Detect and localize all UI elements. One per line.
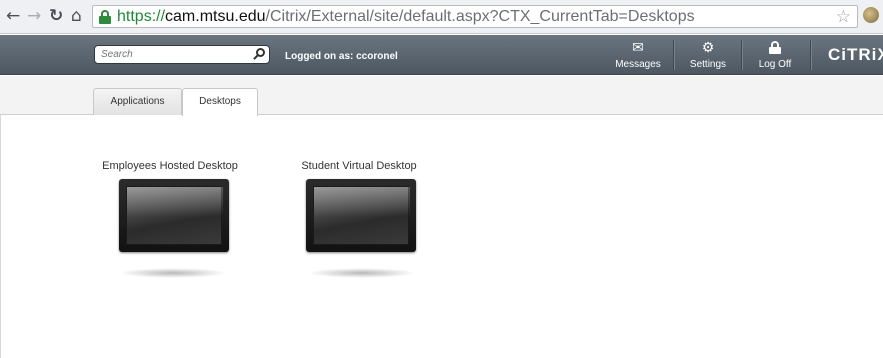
star-icon[interactable]: ☆ bbox=[836, 7, 851, 27]
reload-icon[interactable]: ↻ bbox=[49, 7, 63, 25]
lock-icon bbox=[99, 10, 111, 24]
desktop-item-student-virtual[interactable]: Student Virtual Desktop bbox=[279, 160, 439, 278]
monitor-icon[interactable] bbox=[306, 179, 416, 252]
citrix-logo: CiTRiX bbox=[828, 45, 883, 64]
tab-strip: Applications Desktops bbox=[0, 76, 883, 116]
url-text: https://cam.mtsu.edu/Citrix/External/sit… bbox=[117, 8, 695, 25]
messages-label: Messages bbox=[615, 59, 661, 70]
divider bbox=[0, 115, 1, 358]
divider bbox=[741, 40, 742, 70]
back-arrow-icon[interactable]: ← bbox=[6, 7, 20, 25]
browser-toolbar: ← → ↻ ⌂ https://cam.mtsu.edu/Citrix/Exte… bbox=[0, 0, 883, 34]
desktop-name[interactable]: Student Virtual Desktop bbox=[279, 160, 439, 172]
gear-icon: ⚙ bbox=[701, 40, 715, 56]
desktop-name[interactable]: Employees Hosted Desktop bbox=[90, 160, 250, 172]
desktop-item-employees-hosted[interactable]: Employees Hosted Desktop bbox=[90, 160, 250, 278]
home-icon[interactable]: ⌂ bbox=[71, 7, 82, 25]
settings-button[interactable]: ⚙ Settings bbox=[680, 35, 736, 75]
monitor-shadow bbox=[119, 268, 227, 278]
logoff-button[interactable]: Log Off bbox=[745, 35, 805, 75]
monitor-shadow bbox=[308, 268, 416, 278]
search-input[interactable] bbox=[101, 47, 251, 62]
citrix-header: Logged on as: ccoronel ✉ Messages ⚙ Sett… bbox=[0, 35, 883, 75]
search-box[interactable] bbox=[94, 45, 270, 64]
divider bbox=[673, 40, 674, 70]
divider bbox=[810, 40, 811, 70]
logged-on-text: Logged on as: ccoronel bbox=[285, 51, 398, 62]
monitor-icon[interactable] bbox=[119, 179, 229, 252]
tab-desktops[interactable]: Desktops bbox=[182, 88, 258, 116]
settings-label: Settings bbox=[689, 59, 727, 70]
logoff-label: Log Off bbox=[758, 59, 792, 70]
envelope-icon: ✉ bbox=[632, 40, 644, 56]
forward-arrow-icon[interactable]: → bbox=[27, 7, 41, 25]
search-icon[interactable] bbox=[253, 48, 265, 61]
tab-applications[interactable]: Applications bbox=[93, 88, 182, 115]
lock-icon bbox=[769, 41, 781, 54]
messages-button[interactable]: ✉ Messages bbox=[610, 35, 666, 75]
extension-icon[interactable] bbox=[863, 7, 879, 23]
address-bar[interactable]: https://cam.mtsu.edu/Citrix/External/sit… bbox=[92, 5, 858, 28]
